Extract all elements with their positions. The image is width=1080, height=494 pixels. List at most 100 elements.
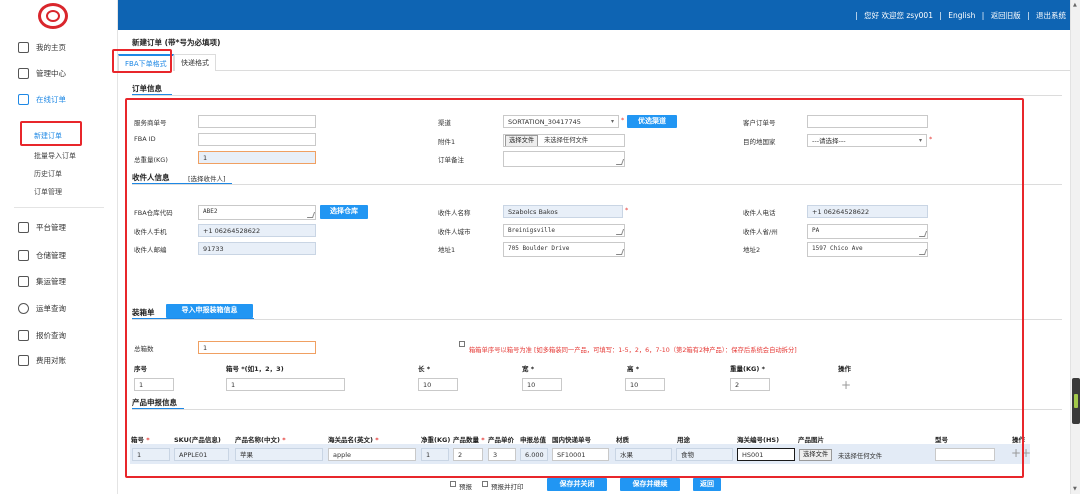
receiver-name-label: 收件人名称	[438, 209, 471, 217]
col-p-usage: 用途	[677, 436, 690, 444]
col-width: 宽 *	[522, 365, 535, 373]
box-length-input[interactable]: 10	[418, 378, 458, 391]
receiver-state-label: 收件人省/州	[743, 228, 778, 236]
col-length: 长 *	[418, 365, 431, 373]
company-logo[interactable]	[38, 3, 68, 29]
destination-select[interactable]: ---请选择--- ▾	[807, 134, 927, 147]
col-p-box-no: 箱号 *	[131, 436, 150, 444]
sidebar-item-warehouse[interactable]: 仓储管理	[18, 250, 66, 261]
english-link[interactable]: English	[948, 11, 975, 20]
sidebar-item-consolidation[interactable]: 集运管理	[18, 276, 66, 287]
fba-id-label: FBA ID	[134, 135, 156, 143]
receiver-name-input[interactable]: Szabolcs Bakos	[503, 205, 623, 218]
customer-order-input[interactable]	[807, 115, 928, 128]
receiver-state-input[interactable]: PA	[807, 224, 928, 239]
p-sku-input[interactable]: APPLE01	[174, 448, 229, 461]
p-qty-input[interactable]: 2	[453, 448, 483, 461]
sidebar-item-quote[interactable]: 报价查询	[18, 330, 66, 341]
sidebar-item-tracking[interactable]: 运单查询	[18, 303, 66, 314]
box-height-input[interactable]: 10	[625, 378, 665, 391]
receiver-city-input[interactable]: Breinigsville	[503, 224, 625, 237]
page-scrollbar[interactable]: ▲ ▼	[1070, 0, 1080, 494]
p-total-value-input[interactable]: 6.000	[520, 448, 548, 461]
p-image-choose-file-button[interactable]: 选择文件	[799, 449, 833, 461]
prealert-checkbox[interactable]	[450, 481, 456, 487]
col-p-total-value: 申报总值	[520, 436, 546, 444]
tab-bar: FBA下单格式 快递格式	[118, 51, 1070, 71]
col-p-model: 型号	[935, 436, 948, 444]
logout-link[interactable]: 退出系统	[1036, 11, 1066, 20]
import-packing-button[interactable]: 导入申报装箱信息	[166, 304, 253, 318]
back-button[interactable]: 返回	[693, 478, 721, 491]
attachment-no-file-text: 未选择任何文件	[544, 137, 589, 144]
p-hs-code-input[interactable]: HS001	[737, 448, 795, 461]
receiver-phone-input[interactable]: +1 06264528622	[807, 205, 928, 218]
sidebar-item-management[interactable]: 管理中心	[18, 68, 66, 79]
sidebar-item-platform[interactable]: 平台管理	[18, 222, 66, 233]
tab-express-format[interactable]: 快递格式	[174, 54, 216, 71]
address1-input[interactable]: 705 Boulder Drive	[503, 242, 625, 257]
add-product-icon[interactable]: ++	[1011, 447, 1031, 459]
save-close-button[interactable]: 保存并关闭	[547, 478, 607, 491]
total-weight-input[interactable]: 1	[198, 151, 316, 164]
p-model-input[interactable]	[935, 448, 995, 461]
product-title: 产品申报信息	[132, 398, 177, 407]
box-width-input[interactable]: 10	[522, 378, 562, 391]
service-no-input[interactable]	[198, 115, 316, 128]
col-p-material: 材质	[616, 436, 629, 444]
p-net-weight-input[interactable]: 1	[421, 448, 449, 461]
select-receiver-link[interactable]: [选择收件人]	[188, 173, 226, 183]
fba-id-input[interactable]	[198, 133, 316, 146]
p-name-cn-input[interactable]: 苹果	[235, 448, 323, 461]
col-p-sku: SKU(产品信息)	[174, 436, 221, 444]
order-remark-label: 订单备注	[438, 156, 464, 164]
home-icon	[18, 222, 29, 233]
box-no-input[interactable]: 1	[226, 378, 345, 391]
destination-label: 目的地国家	[743, 138, 776, 146]
sidebar-sub-new-order[interactable]: 新建订单	[34, 131, 62, 141]
sidebar-sub-batch-import[interactable]: 批量导入订单	[34, 151, 76, 161]
receiver-zip-input[interactable]: 91733	[198, 242, 316, 255]
old-version-link[interactable]: 返回旧版	[991, 11, 1021, 20]
col-action: 操作	[838, 365, 851, 373]
preferred-channel-button[interactable]: 优选渠道	[627, 115, 677, 128]
attachment-choose-file-button[interactable]: 选择文件	[505, 135, 539, 146]
top-bar: | 您好 欢迎您 zsy001 | English | 返回旧版 | 退出系统	[118, 0, 1080, 30]
scroll-thumb[interactable]	[1072, 378, 1080, 424]
order-info-title: 订单信息	[132, 84, 162, 93]
col-p-action: 操作	[1012, 436, 1025, 444]
order-remark-textarea[interactable]	[503, 151, 625, 167]
sidebar-item-billing[interactable]: 费用对账	[18, 355, 66, 366]
p-domestic-no-input[interactable]: SF10001	[552, 448, 609, 461]
scroll-down-icon[interactable]: ▼	[1073, 486, 1077, 492]
p-unit-price-input[interactable]: 3	[488, 448, 516, 461]
p-name-en-input[interactable]: apple	[328, 448, 416, 461]
box-seq-input[interactable]: 1	[134, 378, 174, 391]
box-weight-input[interactable]: 2	[730, 378, 770, 391]
receiver-mobile-input[interactable]: +1 06264528622	[198, 224, 316, 237]
p-box-no-input[interactable]: 1	[132, 448, 170, 461]
p-material-input[interactable]: 水果	[615, 448, 672, 461]
sidebar-sub-order-manage[interactable]: 订单管理	[34, 187, 62, 197]
total-boxes-input[interactable]: 1	[198, 341, 316, 354]
fba-tab-highlight	[112, 49, 172, 73]
col-p-image: 产品图片	[798, 436, 824, 444]
total-boxes-label: 总箱数	[134, 345, 154, 353]
col-p-net-weight: 净重(KG)	[421, 436, 451, 444]
select-warehouse-button[interactable]: 选择仓库	[320, 205, 368, 219]
sidebar-item-home[interactable]: 我的主页	[18, 42, 66, 53]
save-continue-button[interactable]: 保存并继续	[620, 478, 680, 491]
sidebar-item-online-order[interactable]: 在线订单	[18, 94, 66, 105]
prealert-print-checkbox[interactable]	[482, 481, 488, 487]
p-usage-input[interactable]: 食物	[676, 448, 733, 461]
greeting-text: 您好 欢迎您 zsy001	[864, 11, 933, 20]
fba-warehouse-input[interactable]: ABE2	[198, 205, 316, 220]
address2-input[interactable]: 1597 Chico Ave	[807, 242, 928, 257]
channel-select[interactable]: SORTATION_30417745 ▾	[503, 115, 619, 128]
receiver-mobile-label: 收件人手机	[134, 228, 167, 236]
split-notice-checkbox[interactable]	[459, 341, 465, 347]
add-box-icon[interactable]: +	[841, 379, 851, 391]
sidebar-divider	[14, 207, 104, 208]
sidebar-sub-history[interactable]: 历史订单	[34, 169, 62, 179]
scroll-up-icon[interactable]: ▲	[1073, 2, 1077, 8]
